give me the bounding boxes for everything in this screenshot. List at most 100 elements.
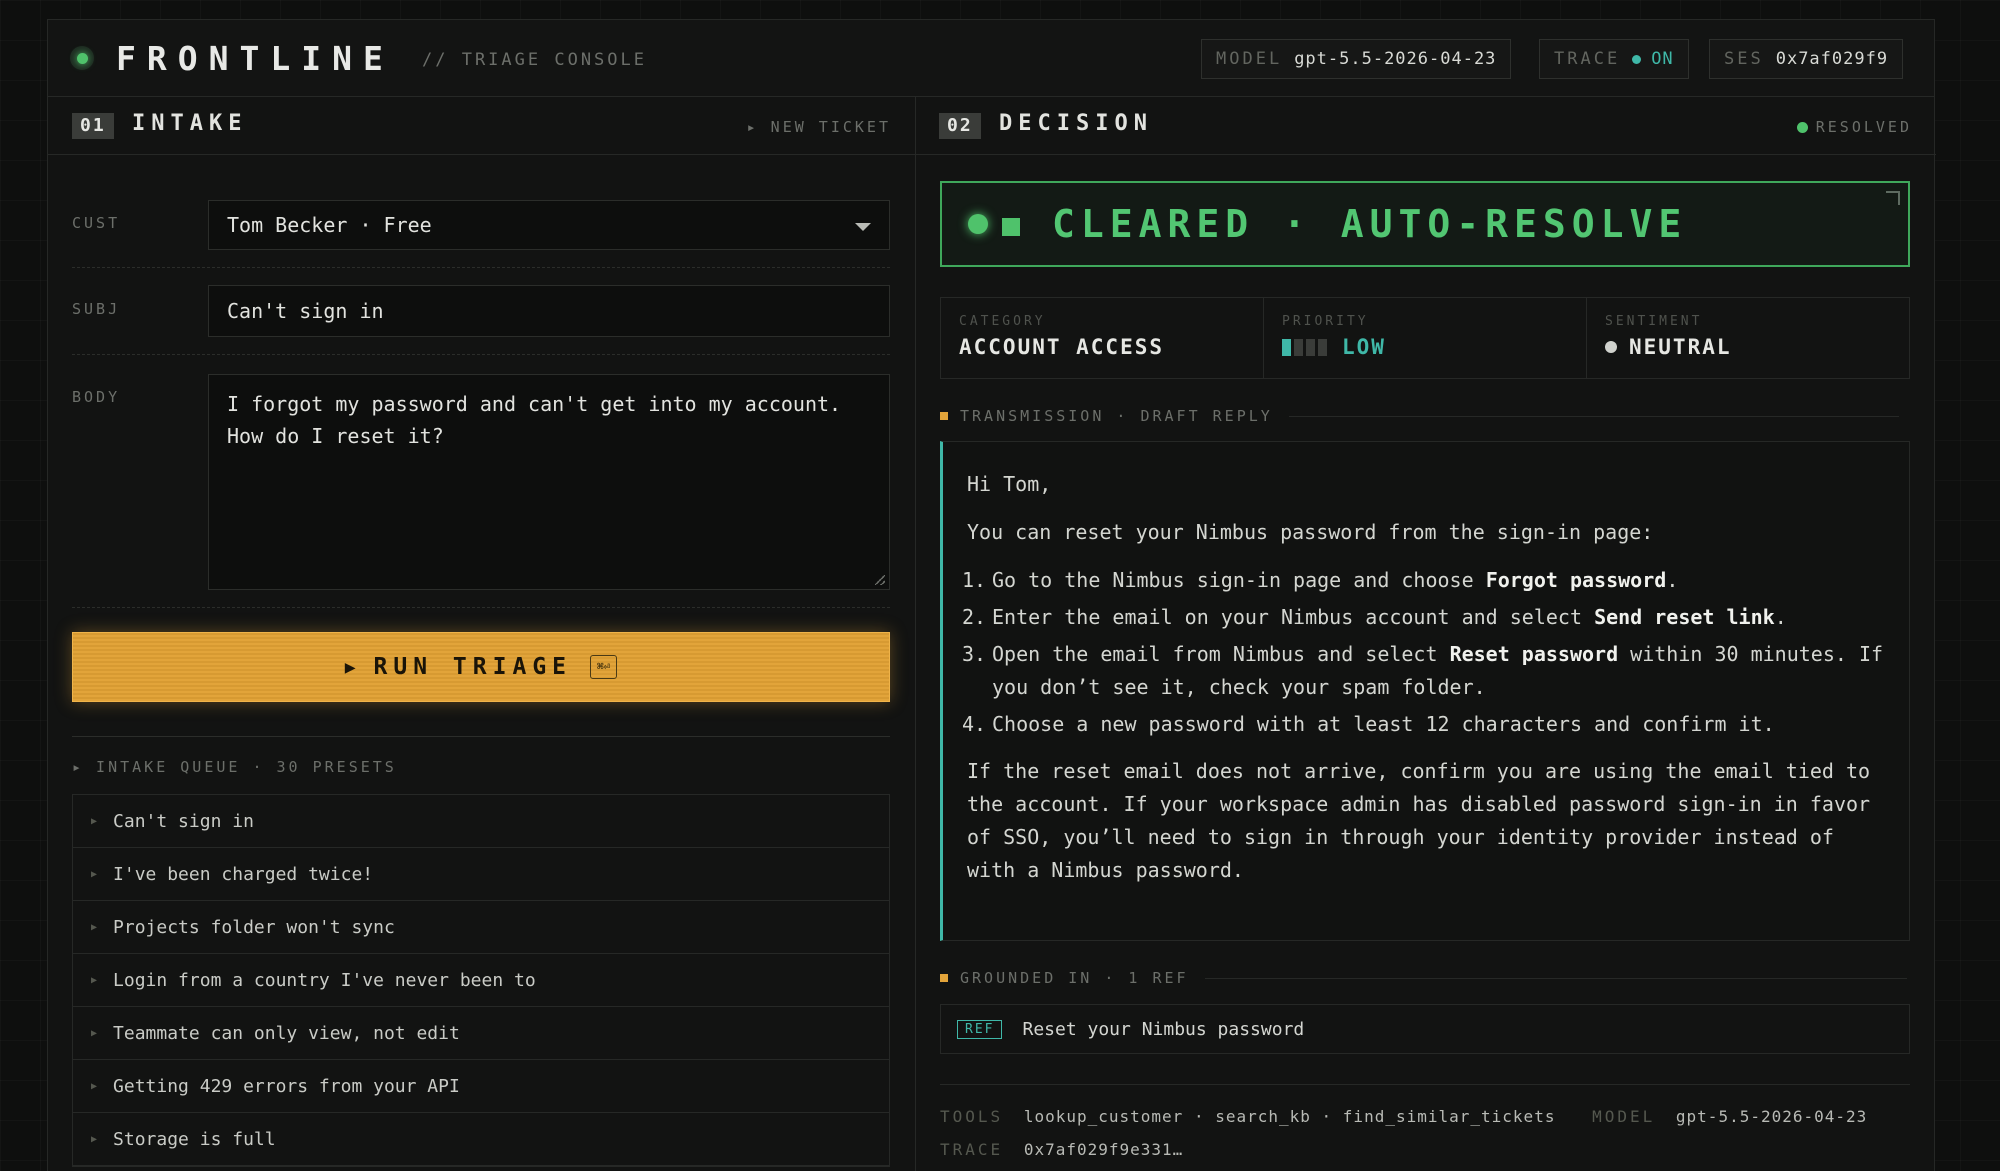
decision-panel-header: 02 DECISION RESOLVED xyxy=(915,97,1936,155)
queue-item[interactable]: ▶ Getting 429 errors from your API xyxy=(73,1060,889,1113)
step-bold: Forgot password xyxy=(1485,568,1667,592)
customer-label: CUST xyxy=(72,214,121,232)
queue-item[interactable]: ▶ Can't sign in xyxy=(73,795,889,848)
triangle-right-icon: ▶ xyxy=(91,1027,98,1039)
model-chip: MODEL gpt-5.5-2026-04-23 xyxy=(1201,39,1512,79)
decision-title: DECISION xyxy=(999,111,1153,136)
footer-model-value: gpt-5.5-2026-04-23 xyxy=(1675,1107,1868,1126)
queue-item-label: I've been charged twice! xyxy=(113,863,374,885)
step-text: Choose a new password with at least 12 c… xyxy=(992,712,1775,736)
decision-number-badge: 02 xyxy=(939,113,981,139)
intake-queue-list: ▶ Can't sign in ▶ I've been charged twice!… xyxy=(72,794,890,1167)
queue-item-label: Teammate can only view, not edit xyxy=(113,1022,460,1044)
ref-title: Reset your Nimbus password xyxy=(1022,1018,1305,1040)
session-chip-label: SES xyxy=(1724,49,1764,69)
triangle-right-icon: ▶ xyxy=(91,815,98,827)
priority-cell: PRIORITY LOW xyxy=(1264,298,1587,378)
section-rule xyxy=(1288,415,1899,417)
model-chip-value: gpt-5.5-2026-04-23 xyxy=(1294,49,1497,69)
step-bold: Reset password xyxy=(1449,642,1619,666)
triangle-right-icon: ▶ xyxy=(91,921,98,933)
cleared-led-icon xyxy=(968,214,988,234)
app-title: FRONTLINE xyxy=(116,39,394,78)
app-subtitle: // TRIAGE CONSOLE xyxy=(422,50,647,70)
footer-trace: TRACE 0x7af029f9e331… xyxy=(940,1140,1183,1159)
corner-bracket-icon xyxy=(1886,191,1900,205)
grounded-header: GROUNDED IN · 1 REF xyxy=(940,969,1907,987)
sentiment-value: NEUTRAL xyxy=(1629,335,1732,359)
reply-greeting: Hi Tom, xyxy=(967,472,1052,496)
reference-link[interactable]: REF Reset your Nimbus password xyxy=(940,1004,1910,1054)
queue-item-label: Can't sign in xyxy=(113,810,254,832)
resolved-dot-icon xyxy=(1796,121,1808,133)
body-textarea[interactable]: I forgot my password and can't get into … xyxy=(208,374,890,590)
keyboard-shortcut-badge: ⌘⏎ xyxy=(590,655,618,679)
reply-step: 4. Choose a new password with at least 12… xyxy=(962,708,1887,741)
footer-model-label: MODEL xyxy=(1592,1107,1656,1126)
triangle-right-icon: ▶ xyxy=(91,1080,98,1092)
queue-item[interactable]: ▶ Projects folder won't sync xyxy=(73,901,889,954)
field-divider xyxy=(72,354,890,355)
grounded-header-label: GROUNDED IN · 1 REF xyxy=(960,969,1189,987)
triangle-right-icon: ▶ xyxy=(91,868,98,880)
step-text: Open the email from Nimbus and select xyxy=(992,642,1450,666)
decision-banner-text: CLEARED · AUTO-RESOLVE xyxy=(1052,202,1688,246)
play-icon: ▶ xyxy=(344,656,356,678)
decision-banner: CLEARED · AUTO-RESOLVE xyxy=(940,181,1910,267)
section-marker-icon xyxy=(940,412,948,420)
category-cell: CATEGORY ACCOUNT ACCESS xyxy=(941,298,1264,378)
body-text: I forgot my password and can't get into … xyxy=(227,392,842,448)
sentiment-value-row: NEUTRAL xyxy=(1605,335,1909,359)
status-led-icon xyxy=(70,46,94,70)
triangle-right-icon: ▶ xyxy=(91,974,98,986)
queue-header: ▸ INTAKE QUEUE · 30 PRESETS xyxy=(72,758,397,776)
queue-item[interactable]: ▶ Teammate can only view, not edit xyxy=(73,1007,889,1060)
top-bar: FRONTLINE // TRIAGE CONSOLE MODEL gpt-5.… xyxy=(48,20,1934,97)
queue-item-label: Projects folder won't sync xyxy=(113,916,395,938)
panel-divider xyxy=(915,97,916,1171)
step-text: Enter the email on your Nimbus account a… xyxy=(992,605,1595,629)
reply-steps: 1. Go to the Nimbus sign-in page and choo… xyxy=(962,564,1887,741)
trace-id-label: TRACE xyxy=(940,1140,1004,1159)
step-text: . xyxy=(1666,568,1679,592)
footer-rule xyxy=(940,1084,1910,1085)
subject-input[interactable]: Can't sign in xyxy=(208,285,890,337)
field-divider xyxy=(72,607,890,608)
section-marker-icon xyxy=(940,974,948,982)
step-text: Go to the Nimbus sign-in page and choose xyxy=(992,568,1486,592)
trace-id-value: 0x7af029f9e331… xyxy=(1023,1140,1184,1159)
customer-select-value: Tom Becker · Free xyxy=(227,213,432,237)
step-bold: Send reset link xyxy=(1594,605,1775,629)
draft-reply-header: TRANSMISSION · DRAFT REPLY xyxy=(940,407,1899,425)
category-label: CATEGORY xyxy=(959,314,1046,329)
resolved-status-label: RESOLVED xyxy=(1815,118,1912,136)
sentiment-dot-icon xyxy=(1605,341,1617,353)
tools-value: lookup_customer · search_kb · find_simil… xyxy=(1023,1107,1556,1126)
queue-item-label: Getting 429 errors from your API xyxy=(113,1075,460,1097)
chevron-down-icon xyxy=(855,223,871,231)
resize-handle-icon[interactable] xyxy=(875,575,885,585)
customer-select[interactable]: Tom Becker · Free xyxy=(208,200,890,250)
tools-label: TOOLS xyxy=(940,1107,1004,1126)
new-ticket-button[interactable]: ▸ NEW TICKET xyxy=(747,118,891,136)
step-text: . xyxy=(1774,605,1787,629)
reply-step: 3. Open the email from Nimbus and select … xyxy=(962,642,1884,699)
body-label: BODY xyxy=(72,388,121,406)
draft-reply-body[interactable]: Hi Tom, You can reset your Nimbus passwo… xyxy=(940,441,1910,941)
session-chip: SES 0x7af029f9 xyxy=(1709,39,1904,79)
intake-number-badge: 01 xyxy=(72,113,114,139)
intake-title: INTAKE xyxy=(132,111,248,136)
queue-item[interactable]: ▶ Storage is full xyxy=(73,1113,889,1166)
queue-item[interactable]: ▶ I've been charged twice! xyxy=(73,848,889,901)
queue-item[interactable]: ▶ Login from a country I've never been to xyxy=(73,954,889,1007)
priority-bars-icon xyxy=(1282,338,1330,356)
reply-step: 2. Enter the email on your Nimbus account… xyxy=(962,605,1787,629)
reply-intro: You can reset your Nimbus password from … xyxy=(967,520,1654,544)
priority-label: PRIORITY xyxy=(1282,314,1369,329)
trace-toggle[interactable]: TRACE ON xyxy=(1539,39,1689,79)
sentiment-cell: SENTIMENT NEUTRAL xyxy=(1587,298,1909,378)
reply-outro: If the reset email does not arrive, conf… xyxy=(967,759,1871,882)
run-triage-label: RUN TRIAGE xyxy=(373,654,573,680)
run-triage-button[interactable]: ▶ RUN TRIAGE ⌘⏎ xyxy=(72,632,890,702)
resolved-status: RESOLVED xyxy=(1796,118,1912,136)
